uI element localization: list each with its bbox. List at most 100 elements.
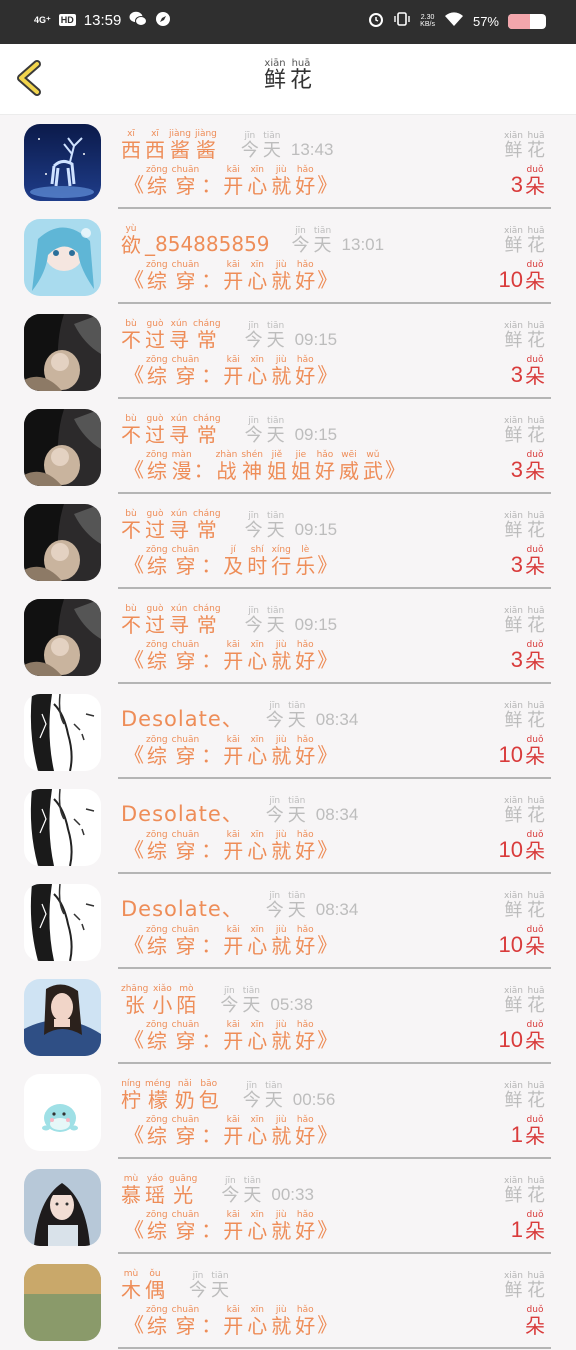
flower-label: xiān 鲜 huā 花 xyxy=(502,507,547,541)
hanzi: 乐 xyxy=(295,554,316,578)
pinyin-char: xiān 鲜 xyxy=(504,606,523,636)
avatar[interactable] xyxy=(24,124,101,201)
pinyin-char: jiù 就 xyxy=(271,1020,291,1052)
hanzi: 花 xyxy=(527,330,545,352)
hanzi: 就 xyxy=(271,364,292,388)
pinyin-char: tiān 天 xyxy=(288,796,306,826)
flower-count: 10 duǒ 朵 xyxy=(499,258,547,292)
pinyin-char: jiù 就 xyxy=(271,830,291,862)
divider xyxy=(118,682,551,684)
avatar[interactable] xyxy=(24,599,101,676)
hanzi: 好 xyxy=(295,839,316,863)
pinyin-char: xiān 鲜 xyxy=(504,986,523,1016)
list-item[interactable]: mù 木 ǒu 偶 jīn 今 tiān 天《 zōng 综 chuān 穿： kāi 开 xīn 心 jiù 就… xyxy=(0,1255,576,1350)
avatar[interactable] xyxy=(24,789,101,866)
pinyin-char: jiù 就 xyxy=(271,1115,291,1147)
pinyin-char: jīn 今 xyxy=(241,131,259,161)
pinyin-char: xīn 心 xyxy=(247,260,267,292)
hanzi: 张 xyxy=(124,993,145,1017)
list-item[interactable]: Desolate、 jīn 今 tiān 天 08:34 《 zōng 综 chuān 穿： kāi 开… xyxy=(0,875,576,970)
list-item[interactable]: níng 柠 méng 檬 nǎi 奶 bāo 包 jīn 今 tiān 天 00:56 《 zōng 综 ch… xyxy=(0,1065,576,1160)
timestamp: jīn 今 tiān 天 00:56 xyxy=(241,1081,336,1111)
timestamp-value: 13:01 xyxy=(341,235,385,254)
avatar[interactable] xyxy=(24,884,101,961)
list-item[interactable]: zhāng 张 xiǎo 小 mò 陌 jīn 今 tiān 天 05:38 《 zōng 综 chuān 穿… xyxy=(0,970,576,1065)
hanzi: 包 xyxy=(198,1088,219,1112)
pinyin-char: duǒ 朵 xyxy=(525,545,545,577)
pinyin-char: zōng 综 xyxy=(146,450,168,482)
pinyin-char: jiù 就 xyxy=(271,1305,291,1337)
hanzi: 就 xyxy=(271,1219,292,1243)
hanzi: 朵 xyxy=(525,269,545,293)
avatar-image xyxy=(24,314,101,391)
flower-count: duǒ 朵 xyxy=(523,1303,547,1337)
hanzi: 花 xyxy=(527,520,545,542)
pinyin-char: tiān 天 xyxy=(314,226,332,256)
list-item[interactable]: Desolate、 jīn 今 tiān 天 08:34 《 zōng 综 chuān 穿： kāi 开… xyxy=(0,685,576,780)
flower-label: xiān 鲜 huā 花 xyxy=(502,1172,547,1206)
pinyin-char: mò 陌 xyxy=(176,984,196,1016)
avatar[interactable] xyxy=(24,1264,101,1341)
hanzi: 心 xyxy=(247,1124,268,1148)
hanzi: 就 xyxy=(271,1124,292,1148)
open-quote: 《 xyxy=(124,553,144,577)
list-item[interactable]: bù 不 guò 过 xún 寻 cháng 常 jīn 今 tiān 天 09:15 《 zōng 综 màn… xyxy=(0,400,576,495)
net-speed-unit: KB/s xyxy=(420,21,435,28)
list-item[interactable]: Desolate、 jīn 今 tiān 天 08:34 《 zōng 综 chuān 穿： kāi 开… xyxy=(0,780,576,875)
flower-count-value: 10 xyxy=(498,1027,523,1052)
timestamp: jīn 今 tiān 天 05:38 xyxy=(218,986,313,1016)
pinyin-char: zōng 综 xyxy=(146,1305,168,1337)
list-item[interactable]: bù 不 guò 过 xún 寻 cháng 常 jīn 今 tiān 天 09:15 《 zōng 综 chu… xyxy=(0,495,576,590)
pinyin-char: xiān 鲜 xyxy=(504,891,523,921)
flower-count: 3 duǒ 朵 xyxy=(511,448,547,482)
header: xiān 鲜 huā 花 xyxy=(0,44,576,115)
list-item[interactable]: xī 西 xī 西 jiàng 酱 jiàng 酱 jīn 今 tiān 天 13:43 《 zōng 综 ch… xyxy=(0,115,576,210)
list-item[interactable]: mù 慕 yáo 瑶 guāng 光 jīn 今 tiān 天 00:33 《 zōng 综 chuān 穿：… xyxy=(0,1160,576,1255)
battery-icon xyxy=(508,13,546,29)
avatar-image xyxy=(24,884,101,961)
pinyin-char: xiān 鲜 xyxy=(504,796,523,826)
open-quote: 《 xyxy=(124,1313,144,1337)
pinyin-char: huā 花 xyxy=(527,321,545,351)
pinyin-char: jīn 今 xyxy=(292,226,310,256)
avatar[interactable] xyxy=(24,1169,101,1246)
list-item[interactable]: bù 不 guò 过 xún 寻 cháng 常 jīn 今 tiān 天 09:15 《 zōng 综 chu… xyxy=(0,590,576,685)
avatar[interactable] xyxy=(24,979,101,1056)
avatar[interactable] xyxy=(24,219,101,296)
avatar-image xyxy=(24,599,101,676)
pinyin-char: huā 花 xyxy=(290,58,312,92)
hanzi: 穿 xyxy=(175,744,196,768)
hanzi: 综 xyxy=(146,1219,167,1243)
wifi-icon xyxy=(444,11,464,31)
open-quote: 《 xyxy=(124,458,144,482)
pinyin-char: xiǎo 小 xyxy=(152,984,172,1016)
pinyin-char: hǎo 好 xyxy=(295,260,315,292)
avatar[interactable] xyxy=(24,409,101,486)
pinyin-char: duǒ 朵 xyxy=(525,925,545,957)
hanzi: 开 xyxy=(223,934,244,958)
list-item[interactable]: bù 不 guò 过 xún 寻 cháng 常 jīn 今 tiān 天 09:15 《 zōng 综 chu… xyxy=(0,305,576,400)
avatar[interactable] xyxy=(24,314,101,391)
pinyin-char: hǎo 好 xyxy=(295,735,315,767)
hanzi: 今 xyxy=(240,140,259,162)
pinyin-char: kāi 开 xyxy=(223,640,243,672)
avatar[interactable] xyxy=(24,694,101,771)
close-quote: 》 xyxy=(317,1028,338,1052)
hanzi: 朵 xyxy=(525,1219,545,1243)
avatar[interactable] xyxy=(24,1074,101,1151)
hanzi: 今 xyxy=(265,805,284,827)
pinyin-char: tiān 天 xyxy=(267,511,285,541)
list-item[interactable]: yù 欲 _854885859 jīn 今 tiān 天 13:01 《 zōng 综 chuān 穿：… xyxy=(0,210,576,305)
hanzi: 今 xyxy=(220,995,239,1017)
timestamp-value: 05:38 xyxy=(270,995,313,1014)
avatar[interactable] xyxy=(24,504,101,581)
hanzi: 天 xyxy=(211,1280,229,1302)
compass-icon xyxy=(155,11,171,29)
alarm-icon xyxy=(368,11,384,31)
clock: 13:59 xyxy=(83,11,122,29)
hanzi: 天 xyxy=(266,520,285,542)
close-quote: 》 xyxy=(317,1218,338,1242)
hanzi: 朵 xyxy=(525,934,545,958)
hanzi: 常 xyxy=(196,423,217,447)
pinyin-char: níng 柠 xyxy=(121,1079,141,1111)
